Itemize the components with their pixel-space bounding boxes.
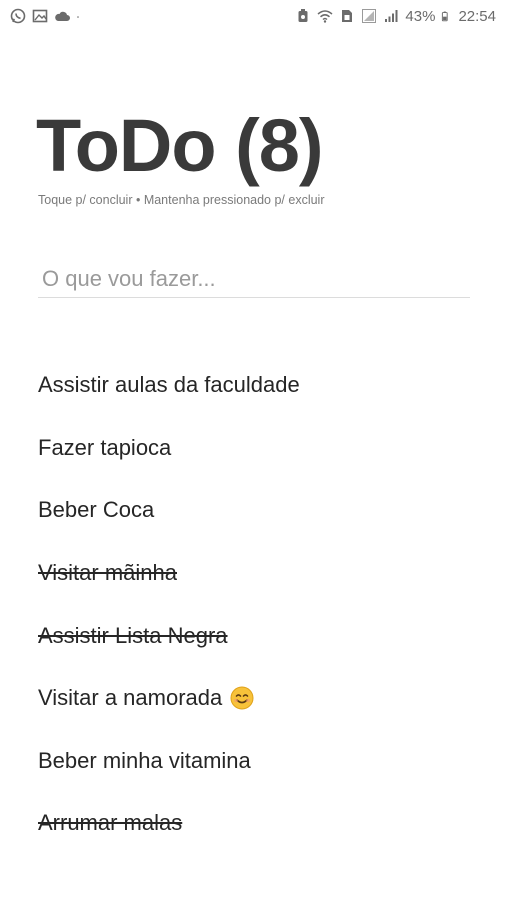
status-bar-right: 43% 22:54 [295, 8, 496, 25]
signal-icon-2 [385, 10, 398, 22]
gallery-icon [32, 9, 48, 23]
todo-item[interactable]: Visitar a namorada [38, 667, 478, 730]
battery-percent: 43% [405, 7, 436, 25]
whatsapp-icon [10, 8, 26, 24]
todo-item-text: Assistir aulas da faculdade [38, 372, 300, 398]
clock: 22:54 [458, 7, 496, 25]
page-subtitle: Toque p/ concluir • Mantenha pressionado… [38, 193, 325, 207]
todo-item-text: Arrumar malas [38, 810, 183, 836]
signal-icon [362, 9, 377, 23]
todo-item[interactable]: Beber minha vitamina [38, 730, 478, 793]
todo-item[interactable]: Assistir Lista Negra [38, 604, 478, 667]
smiling-face-icon [230, 686, 254, 710]
todo-item[interactable]: Arrumar malas [38, 792, 478, 855]
cloud-icon [55, 11, 70, 21]
dot-icon [77, 16, 79, 18]
todo-item[interactable]: Fazer tapioca [38, 417, 478, 480]
todo-item[interactable]: Visitar mãinha [38, 542, 478, 605]
todo-item-text: Beber minha vitamina [38, 747, 251, 773]
alarm-icon [298, 9, 308, 22]
todo-item-text: Visitar a namorada [38, 685, 223, 711]
new-todo-input-wrapper [38, 262, 470, 298]
battery-icon [442, 11, 449, 22]
wifi-icon [317, 10, 333, 23]
todo-screen: 43% 22:54 ToDo (8) Toque p/ concluir • M… [0, 0, 506, 900]
status-bar-left [10, 8, 84, 24]
todo-item[interactable]: Beber Coca [38, 479, 478, 542]
todo-item-text: Visitar mãinha [38, 560, 177, 586]
todo-list: Assistir aulas da faculdade Fazer tapioca… [38, 354, 478, 855]
todo-item-text: Beber Coca [38, 497, 155, 523]
todo-item-text: Assistir Lista Negra [38, 622, 228, 648]
todo-item-text: Fazer tapioca [38, 434, 172, 460]
page-title: ToDo (8) [36, 104, 324, 187]
new-todo-input[interactable] [38, 262, 470, 296]
todo-item[interactable]: Assistir aulas da faculdade [38, 354, 478, 417]
sim-icon [342, 10, 353, 22]
status-bar: 43% 22:54 [0, 0, 506, 32]
